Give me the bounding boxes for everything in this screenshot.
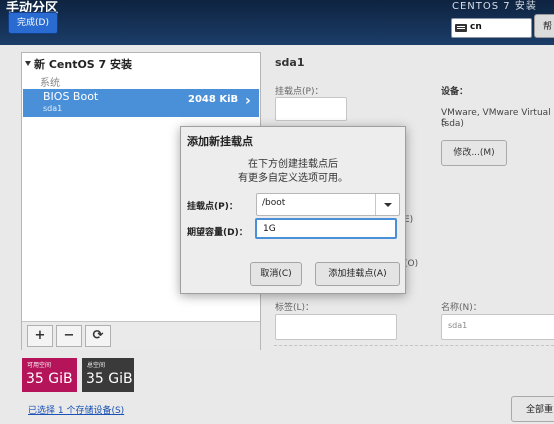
- tag-label: 标签(L)：: [275, 303, 315, 313]
- partition-device: sda1: [43, 104, 63, 113]
- available-space-label: 可用空间: [27, 362, 52, 369]
- keyboard-layout-indicator[interactable]: cn: [451, 18, 532, 38]
- available-space-value: 35 GiB: [26, 371, 73, 387]
- detail-separator: [274, 345, 554, 346]
- help-button[interactable]: 帮: [534, 14, 554, 38]
- mount-point-label: 挂载点(P)：: [187, 202, 238, 212]
- chevron-down-icon[interactable]: [384, 203, 392, 207]
- partition-size: 2048 KiB: [188, 94, 239, 105]
- system-group-label: 系统: [40, 78, 60, 89]
- add-mount-point-dialog: 添加新挂载点 在下方创建挂载点后 有更多自定义选项可用。 挂载点(P)： /bo…: [180, 126, 406, 294]
- modify-button[interactable]: 修改...(M): [441, 140, 507, 166]
- mount-point-value: /boot: [262, 198, 286, 208]
- total-space-label: 总空间: [87, 362, 106, 369]
- partition-name: BIOS Boot: [43, 90, 99, 103]
- product-title: CENTOS 7 安装: [452, 1, 537, 12]
- add-mount-point-button[interactable]: 添加挂载点(A): [315, 262, 400, 286]
- keyboard-icon: [455, 24, 467, 32]
- install-group-header[interactable]: 新 CentOS 7 安装: [25, 56, 132, 72]
- devices-label: 设备：: [441, 87, 469, 97]
- capacity-label: 期望容量(D)：: [187, 228, 248, 238]
- name-label: 名称(N)：: [441, 303, 482, 313]
- dialog-description-line2: 有更多自定义选项可用。: [238, 173, 348, 184]
- combo-separator: [375, 194, 376, 215]
- detail-title: sda1: [275, 56, 305, 69]
- detail-mount-point-input[interactable]: [275, 97, 347, 121]
- detail-mount-point-label: 挂载点(P)：: [275, 87, 324, 97]
- install-group-label: 新 CentOS 7 安装: [34, 58, 133, 71]
- chevron-right-icon: ›: [245, 93, 251, 109]
- tag-input[interactable]: [275, 314, 397, 340]
- dialog-title: 添加新挂载点: [187, 135, 253, 148]
- storage-devices-link[interactable]: 已选择 1 个存储设备(S): [28, 403, 124, 416]
- available-space-box: 可用空间 35 GiB: [22, 358, 77, 392]
- desired-capacity-input[interactable]: 1G: [255, 218, 397, 239]
- name-input-value: sda1: [448, 321, 468, 330]
- keyboard-layout-label: cn: [470, 22, 482, 32]
- done-button[interactable]: 完成(D): [8, 12, 58, 34]
- cancel-button[interactable]: 取消(C): [250, 262, 302, 286]
- capacity-value: 1G: [263, 224, 276, 234]
- dialog-description-line1: 在下方创建挂载点后: [248, 159, 338, 170]
- name-input[interactable]: sda1: [441, 314, 554, 340]
- expander-triangle-icon: [25, 61, 31, 66]
- refresh-button[interactable]: ⟳: [85, 325, 111, 347]
- add-partition-button[interactable]: +: [27, 325, 53, 347]
- reset-all-button[interactable]: 全部重: [511, 396, 554, 422]
- partial-label-o: (O): [404, 259, 419, 269]
- partition-toolbar: + − ⟳: [22, 321, 260, 350]
- remove-partition-button[interactable]: −: [56, 325, 82, 347]
- partition-row-selected[interactable]: BIOS Boot sda1 2048 KiB ›: [23, 89, 259, 117]
- top-bar: 手动分区 完成(D) CENTOS 7 安装 cn 帮: [0, 0, 554, 45]
- total-space-box: 总空间 35 GiB: [82, 358, 134, 392]
- device-description-sub: (sda): [441, 119, 464, 129]
- total-space-value: 35 GiB: [86, 371, 133, 387]
- mount-point-combo[interactable]: /boot: [256, 193, 400, 216]
